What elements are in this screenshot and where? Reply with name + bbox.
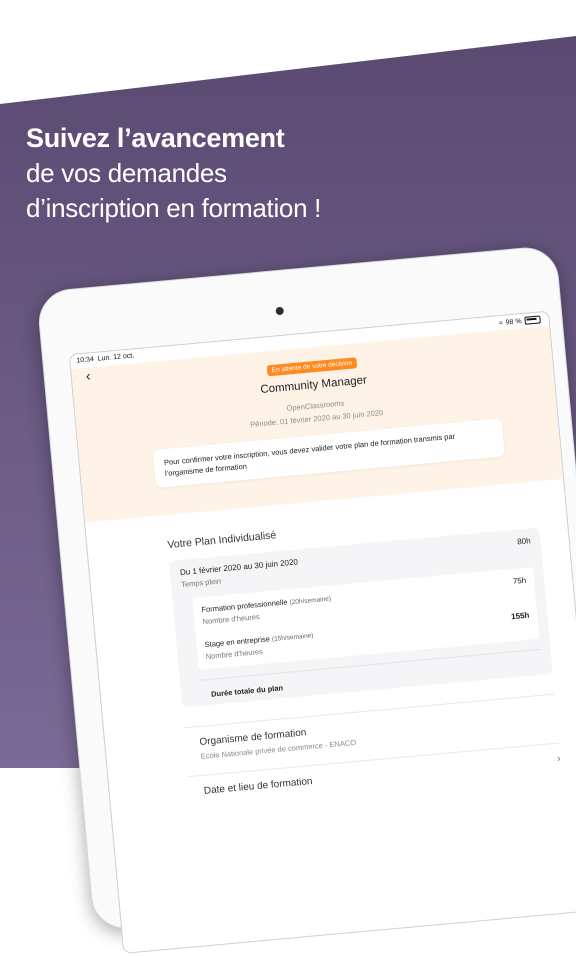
chevron-left-icon[interactable]: ‹: [85, 367, 91, 383]
plan-card: Du 1 février 2020 au 30 juin 2020 Temps …: [168, 527, 553, 708]
camera-icon: [275, 306, 285, 316]
status-right: ≈ 98 %: [499, 315, 541, 327]
chevron-right-icon: ›: [556, 753, 561, 765]
app-screen: 10:34 Lun. 12 oct. ≈ 98 % ‹ En attente d…: [68, 310, 576, 954]
tablet-frame: 10:34 Lun. 12 oct. ≈ 98 % ‹ En attente d…: [36, 244, 576, 954]
plan-item-amount: 155h: [510, 610, 530, 622]
plan-range-amount: 80h: [516, 536, 531, 547]
plan-item-detail: (15h/semaine): [271, 632, 314, 644]
plan-total-label: Durée totale du plan: [210, 683, 284, 699]
plan-section: Votre Plan Individualisé Du 1 février 20…: [85, 479, 576, 805]
tablet-mockup: 10:34 Lun. 12 oct. ≈ 98 % ‹ En attente d…: [0, 0, 576, 954]
plan-item-amount: 75h: [512, 575, 527, 586]
status-clock: 10:34: [76, 356, 95, 365]
battery-percent: 98 %: [505, 317, 522, 327]
status-date: Lun. 12 oct.: [97, 352, 135, 363]
wifi-icon: ≈: [498, 319, 504, 327]
battery-icon: [524, 315, 541, 325]
plan-item-detail: (20h/semaine): [289, 595, 332, 607]
status-time: 10:34 Lun. 12 oct.: [76, 352, 134, 364]
date-location-label: Date et lieu de formation: [203, 775, 313, 797]
